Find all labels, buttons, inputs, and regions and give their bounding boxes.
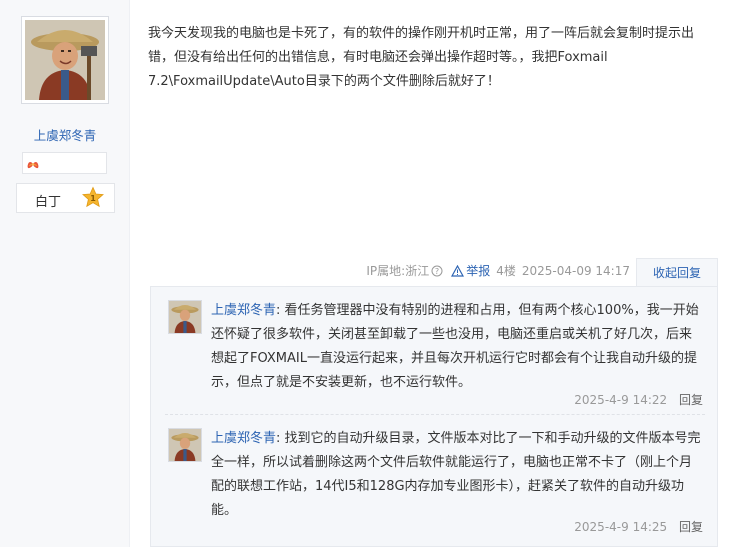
- avatar-image: [25, 20, 105, 100]
- floor-number: 4楼: [496, 264, 516, 278]
- reply-footer: 2025-4-9 14:25 回复: [574, 518, 703, 535]
- reply-list: 上虞郑冬青: 看任务管理器中没有特别的进程和占用，但有两个核心100%，我一开始…: [150, 286, 718, 547]
- avatar-image: [169, 429, 201, 461]
- star-badge-icon: 1: [82, 186, 104, 208]
- reply-text: 上虞郑冬青: 找到它的自动升级目录，文件版本对比了一下和手动升级的文件版本号完全…: [211, 427, 703, 523]
- reply-text: 上虞郑冬青: 看任务管理器中没有特别的进程和占用，但有两个核心100%，我一开始…: [211, 299, 703, 395]
- report-link[interactable]: 举报: [451, 262, 490, 279]
- avatar-image: [169, 301, 201, 333]
- list-item: 上虞郑冬青: 找到它的自动升级目录，文件版本对比了一下和手动升级的文件版本号完全…: [151, 415, 717, 545]
- level-box[interactable]: [22, 152, 107, 174]
- reply-footer: 2025-4-9 14:22 回复: [574, 391, 703, 408]
- post-meta: IP属地:浙江 ? 举报 4楼 2025-04-09 14:17: [360, 262, 630, 279]
- reply-button[interactable]: 回复: [679, 520, 703, 534]
- ip-location: IP属地:浙江: [366, 264, 430, 278]
- reply-time: 2025-4-9 14:22: [574, 393, 668, 407]
- report-label: 举报: [466, 264, 491, 278]
- reply-username[interactable]: 上虞郑冬青: [211, 303, 276, 318]
- rank-badge-number: 1: [90, 194, 96, 203]
- reply-username[interactable]: 上虞郑冬青: [211, 431, 276, 446]
- reply-time: 2025-4-9 14:25: [574, 520, 668, 534]
- author-sidebar: 上虞郑冬青 白丁 1: [0, 0, 130, 547]
- lungs-level-icon: [27, 158, 39, 169]
- reply-avatar[interactable]: [168, 428, 202, 462]
- post-timestamp: 2025-04-09 14:17: [521, 263, 630, 278]
- collapse-replies-button[interactable]: 收起回复: [636, 258, 718, 287]
- svg-text:?: ?: [435, 267, 439, 276]
- author-username[interactable]: 上虞郑冬青: [0, 125, 130, 144]
- reply-content: 找到它的自动升级目录，文件版本对比了一下和手动升级的文件版本号完全一样，所以试着…: [211, 431, 701, 518]
- help-circle-icon[interactable]: ?: [431, 265, 443, 277]
- reply-content: 看任务管理器中没有特别的进程和占用，但有两个核心100%，我一开始还怀疑了很多软…: [211, 303, 699, 390]
- reply-avatar[interactable]: [168, 300, 202, 334]
- rank-box: 白丁 1: [16, 183, 115, 213]
- warning-triangle-icon: [451, 264, 465, 277]
- rank-label: 白丁: [35, 195, 62, 210]
- avatar[interactable]: [21, 16, 109, 104]
- reply-button[interactable]: 回复: [679, 393, 703, 407]
- list-item: 上虞郑冬青: 看任务管理器中没有特别的进程和占用，但有两个核心100%，我一开始…: [151, 287, 717, 417]
- post-body: 我今天发现我的电脑也是卡死了，有的软件的操作刚开机时正常，用了一阵后就会复制时提…: [148, 26, 695, 89]
